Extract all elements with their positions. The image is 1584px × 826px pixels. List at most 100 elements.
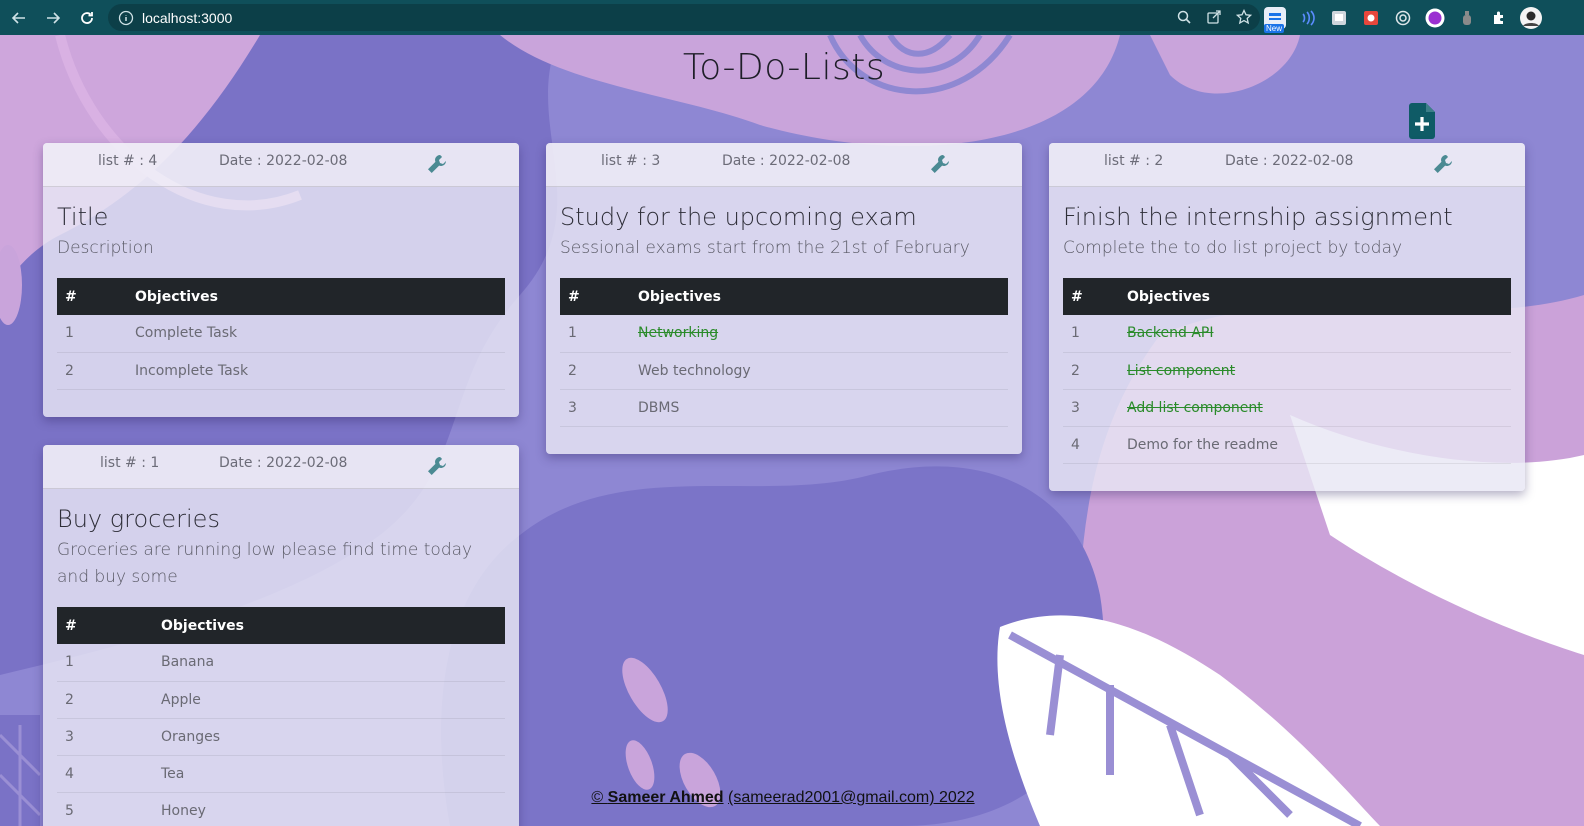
- address-bar[interactable]: localhost:3000: [108, 4, 1260, 31]
- news-extension-icon[interactable]: New: [1264, 6, 1286, 33]
- table-row[interactable]: 1 Networking: [560, 315, 1008, 353]
- list-number: list # : 4: [98, 153, 158, 169]
- page-title: To-Do-Lists: [682, 47, 886, 88]
- objective-text[interactable]: Oranges: [153, 718, 505, 756]
- forward-icon[interactable]: [38, 3, 68, 33]
- tool-extension-icon[interactable]: [1360, 7, 1382, 29]
- reload-icon[interactable]: [72, 3, 102, 33]
- card-header: list # : 4 Date : 2022-02-08: [43, 143, 519, 187]
- table-header-row: # Objectives: [57, 607, 505, 644]
- row-number: 1: [57, 644, 153, 682]
- card-header: list # : 3 Date : 2022-02-08: [546, 143, 1022, 187]
- wrench-icon[interactable]: [1432, 153, 1454, 175]
- objective-text-completed[interactable]: Backend API: [1119, 315, 1511, 353]
- list-number: list # : 1: [100, 455, 160, 471]
- table-row[interactable]: 1 Complete Task: [57, 315, 505, 353]
- bookmark-star-icon[interactable]: [1236, 9, 1252, 25]
- objective-text-completed[interactable]: Networking: [630, 315, 1008, 353]
- objective-text-completed[interactable]: List component: [1119, 352, 1511, 390]
- column-header-number: #: [65, 288, 77, 305]
- column-header-objectives: Objectives: [161, 617, 244, 634]
- column-header-objectives: Objectives: [638, 288, 721, 305]
- table-row[interactable]: 1 Backend API: [1063, 315, 1511, 353]
- table-header-row: # Objectives: [1063, 278, 1511, 315]
- table-row[interactable]: 2 Web technology: [560, 352, 1008, 390]
- purple-extension-icon[interactable]: [1424, 7, 1446, 29]
- table-row[interactable]: 4 Tea: [57, 755, 505, 793]
- column-header-number: #: [1071, 288, 1083, 305]
- extensions-puzzle-icon[interactable]: [1488, 7, 1510, 29]
- objective-text[interactable]: Complete Task: [127, 315, 505, 353]
- objective-text[interactable]: Demo for the readme: [1119, 426, 1511, 464]
- footer-year: 2022: [939, 789, 975, 806]
- row-number: 1: [57, 315, 127, 353]
- todo-card: list # : 1 Date : 2022-02-08 Buy groceri…: [43, 445, 519, 826]
- card-description: Description: [57, 238, 154, 258]
- row-number: 3: [57, 718, 153, 756]
- target-extension-icon[interactable]: [1392, 7, 1414, 29]
- screen-capture-extension-icon[interactable]: [1328, 7, 1350, 29]
- bottle-extension-icon[interactable]: [1456, 7, 1478, 29]
- card-description: Complete the to do list project by today: [1063, 238, 1403, 258]
- wrench-icon[interactable]: [929, 153, 951, 175]
- list-date: Date : 2022-02-08: [722, 153, 851, 169]
- footer-email-link[interactable]: (sameerad2001@gmail.com) 2022: [728, 789, 975, 806]
- wrench-icon[interactable]: [426, 153, 448, 175]
- table-header-row: # Objectives: [57, 278, 505, 315]
- add-list-icon[interactable]: [1407, 103, 1437, 139]
- share-icon[interactable]: [1206, 9, 1222, 25]
- list-date: Date : 2022-02-08: [1225, 153, 1354, 169]
- list-number: list # : 2: [1104, 153, 1164, 169]
- zoom-icon[interactable]: [1176, 9, 1192, 25]
- table-row[interactable]: 2 List component: [1063, 352, 1511, 390]
- table-header-row: # Objectives: [560, 278, 1008, 315]
- card-header: list # : 2 Date : 2022-02-08: [1049, 143, 1525, 187]
- site-info-icon[interactable]: [118, 10, 134, 26]
- objective-text[interactable]: DBMS: [630, 389, 1008, 427]
- objective-text[interactable]: Tea: [153, 755, 505, 793]
- row-number: 1: [1063, 315, 1119, 353]
- browser-toolbar: localhost:3000 New: [0, 0, 1584, 35]
- footer-author: Sameer Ahmed: [607, 789, 724, 806]
- table-row[interactable]: 3 DBMS: [560, 389, 1008, 427]
- footer-copyright: ©: [591, 789, 608, 806]
- objective-text[interactable]: Incomplete Task: [127, 352, 505, 390]
- todo-card: list # : 3 Date : 2022-02-08 Study for t…: [546, 143, 1022, 454]
- todo-card: list # : 4 Date : 2022-02-08 Title Descr…: [43, 143, 519, 417]
- objective-text[interactable]: Banana: [153, 644, 505, 682]
- list-number: list # : 3: [601, 153, 661, 169]
- row-number: 3: [560, 389, 630, 427]
- column-header-objectives: Objectives: [1127, 288, 1210, 305]
- card-title: Title: [57, 203, 109, 231]
- objective-text-completed[interactable]: Add list component: [1119, 389, 1511, 427]
- objective-text[interactable]: Apple: [153, 681, 505, 719]
- table-row[interactable]: 3 Oranges: [57, 718, 505, 756]
- table-row[interactable]: 3 Add list component: [1063, 389, 1511, 427]
- objectives-table: # Objectives 1 Complete Task 2 Incomplete …: [57, 278, 505, 390]
- column-header-objectives: Objectives: [135, 288, 218, 305]
- row-number: 2: [560, 352, 630, 390]
- objective-text[interactable]: Web technology: [630, 352, 1008, 390]
- row-number: 2: [57, 352, 127, 390]
- table-row[interactable]: 2 Incomplete Task: [57, 352, 505, 390]
- row-number: 4: [57, 755, 153, 793]
- objectives-table: # Objectives 1 Networking 2 Web technology…: [560, 278, 1008, 427]
- url-text: localhost:3000: [142, 9, 233, 26]
- table-row[interactable]: 2 Apple: [57, 681, 505, 719]
- row-number: 4: [1063, 426, 1119, 464]
- wrench-icon[interactable]: [426, 455, 448, 477]
- back-icon[interactable]: [4, 3, 34, 33]
- row-number: 3: [1063, 389, 1119, 427]
- profile-avatar-icon[interactable]: [1520, 6, 1542, 29]
- footer-author-link[interactable]: © Sameer Ahmed: [591, 789, 723, 806]
- card-header: list # : 1 Date : 2022-02-08: [43, 445, 519, 489]
- table-row[interactable]: 4 Demo for the readme: [1063, 426, 1511, 464]
- card-description: Sessional exams start from the 21st of F…: [560, 238, 970, 258]
- page-viewport: To-Do-Lists list # : 4 Date : 2022-02-08…: [0, 35, 1584, 826]
- table-row[interactable]: 1 Banana: [57, 644, 505, 682]
- read-aloud-extension-icon[interactable]: [1296, 7, 1318, 29]
- card-title: Study for the upcoming exam: [560, 203, 917, 231]
- row-number: 1: [560, 315, 630, 353]
- page-footer: © Sameer Ahmed (sameerad2001@gmail.com) …: [0, 789, 1566, 807]
- footer-email: (sameerad2001@gmail.com): [728, 789, 935, 806]
